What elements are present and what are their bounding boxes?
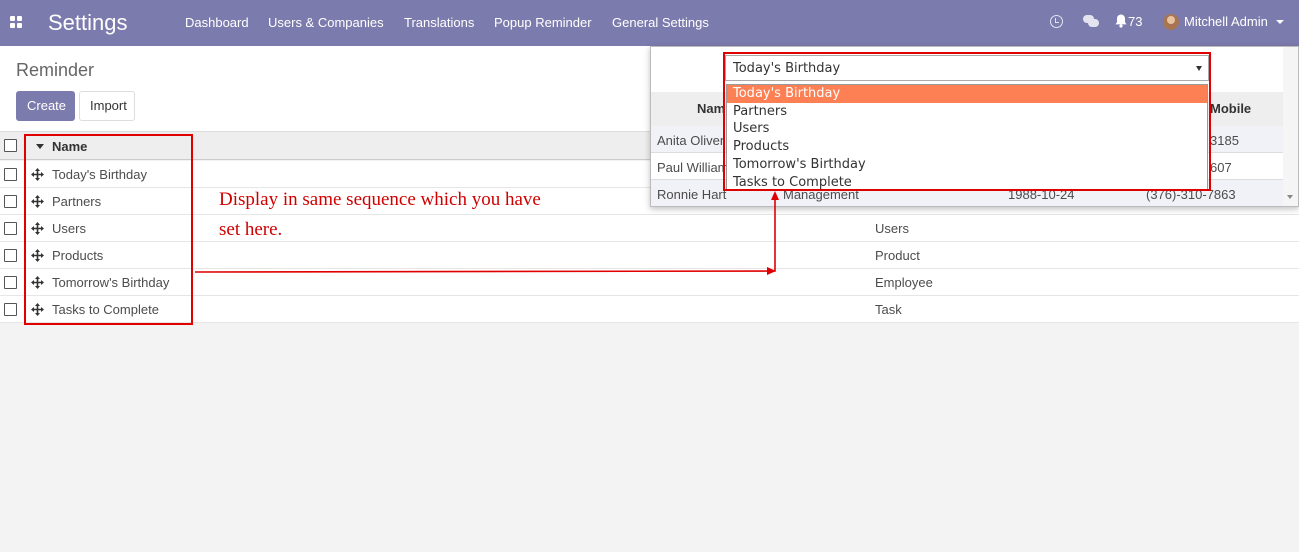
- annotation-arrow: [194, 191, 779, 275]
